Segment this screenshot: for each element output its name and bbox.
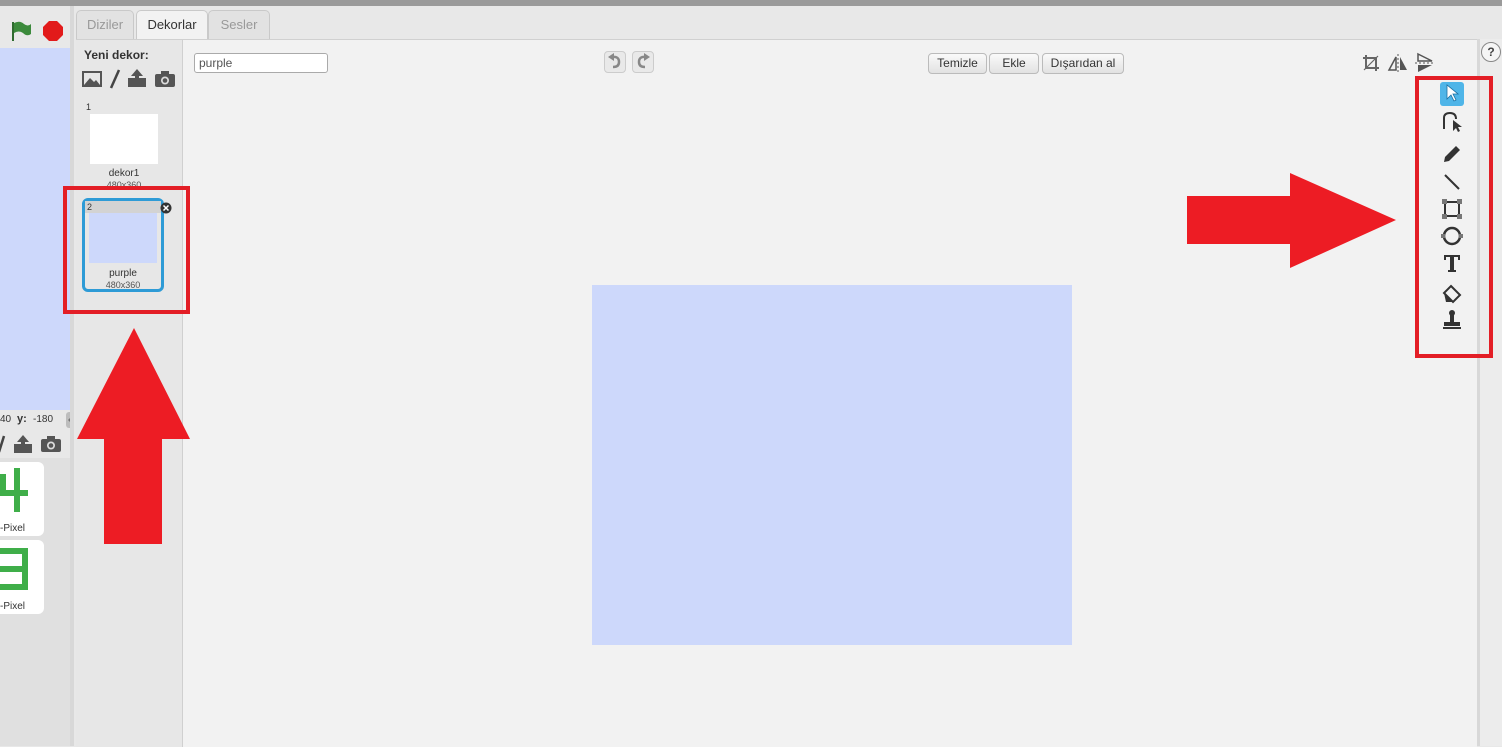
backdrop-thumb-dekor1[interactable]: 1 dekor1 480x360 <box>84 100 164 192</box>
flip-vertical-icon[interactable] <box>1414 52 1436 74</box>
highlight-box-tools <box>1415 76 1493 358</box>
crop-icon[interactable] <box>1360 52 1382 74</box>
up-arrow-annotation <box>77 328 190 544</box>
sprite-tile[interactable]: -Pixel <box>0 462 44 536</box>
import-button[interactable]: Dışarıdan al <box>1042 53 1124 74</box>
clear-button[interactable]: Temizle <box>928 53 987 74</box>
drawing-canvas[interactable] <box>592 285 1072 645</box>
stage-header <box>0 6 70 48</box>
pane-divider <box>70 6 74 746</box>
camera-icon[interactable] <box>40 435 62 456</box>
tab-scripts[interactable]: Diziler <box>76 10 134 39</box>
upload-icon[interactable] <box>126 68 148 91</box>
y-value: -180 <box>33 414 54 425</box>
help-button[interactable]: ? <box>1481 42 1501 62</box>
tab-backdrops[interactable]: Dekorlar <box>136 10 208 41</box>
flip-horizontal-icon[interactable] <box>1387 52 1409 74</box>
redo-button[interactable] <box>632 51 654 73</box>
right-arrow-annotation <box>1187 173 1396 268</box>
sprite-tile[interactable]: -Pixel <box>0 540 44 614</box>
redo-icon <box>635 52 651 72</box>
window-top-bar <box>0 0 1502 6</box>
new-backdrop-label: Yeni dekor: <box>84 48 149 62</box>
sprite-list: -Pixel -Pixel <box>0 458 70 746</box>
paintbrush-icon[interactable] <box>0 434 6 457</box>
y-label: y: <box>17 413 27 425</box>
backdrop-name-input[interactable] <box>194 53 328 73</box>
mouse-coordinates: 40 y: -180 <box>0 412 70 428</box>
new-backdrop-tools <box>82 68 178 90</box>
image-icon[interactable] <box>82 70 102 91</box>
x-value: 40 <box>0 414 12 425</box>
stop-icon[interactable] <box>42 20 64 45</box>
upload-icon[interactable] <box>12 434 34 457</box>
tab-sounds[interactable]: Sesler <box>208 10 270 39</box>
backdrop-name: dekor1 <box>108 168 140 179</box>
backdrop-preview <box>90 114 158 164</box>
green-flag-icon[interactable] <box>10 20 32 45</box>
undo-button[interactable] <box>604 51 626 73</box>
new-sprite-tools <box>0 432 70 458</box>
stage-preview[interactable] <box>0 48 71 410</box>
add-button[interactable]: Ekle <box>989 53 1039 74</box>
camera-icon[interactable] <box>154 70 176 91</box>
highlight-box-backdrop <box>63 186 190 314</box>
backdrop-number: 1 <box>86 102 92 112</box>
sprite-label: -Pixel <box>0 601 26 612</box>
sprite-label: -Pixel <box>0 523 26 534</box>
paintbrush-icon[interactable] <box>108 68 122 93</box>
undo-icon <box>607 52 623 72</box>
